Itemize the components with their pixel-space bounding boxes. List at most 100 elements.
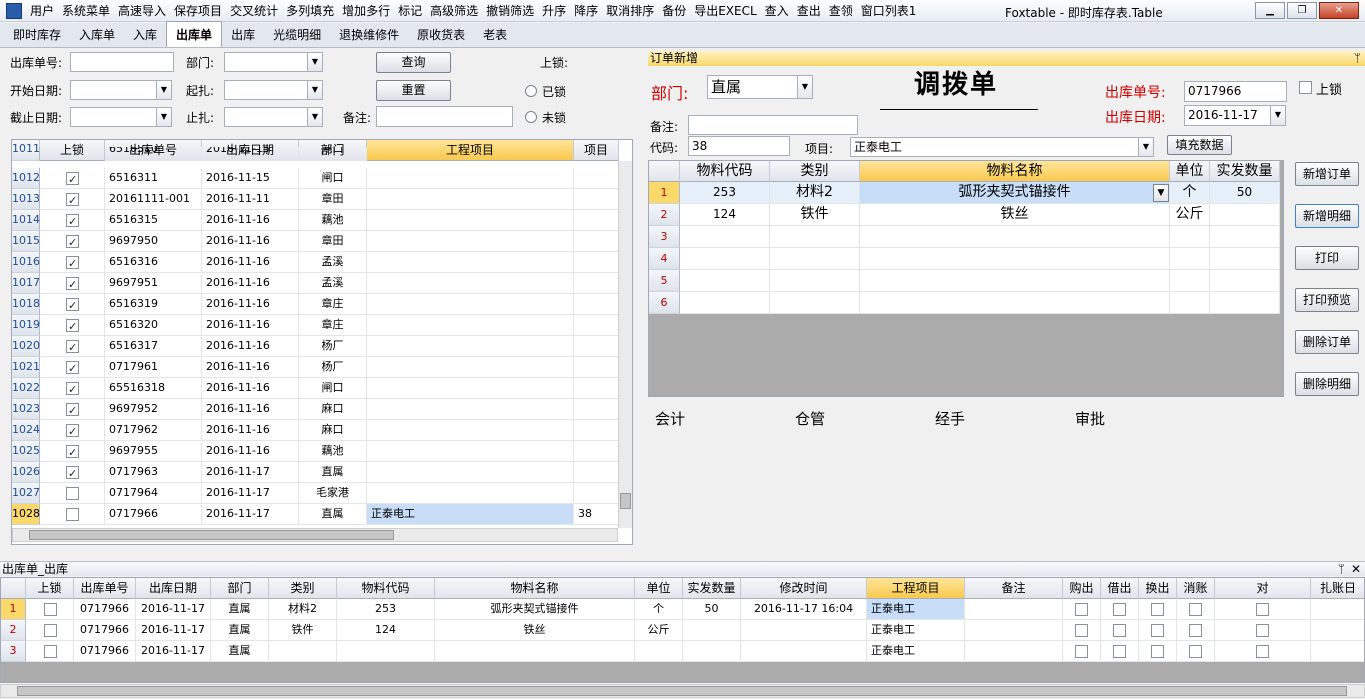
column-header[interactable]: 工程项目 bbox=[367, 140, 574, 161]
table-cell[interactable]: 2016-11-16 bbox=[202, 210, 299, 231]
lock-checkbox[interactable] bbox=[66, 359, 79, 377]
row-checkbox[interactable] bbox=[1075, 645, 1088, 658]
table-cell[interactable]: 2016-11-17 bbox=[202, 462, 299, 483]
table-cell[interactable] bbox=[1170, 226, 1210, 248]
lock-checkbox[interactable] bbox=[66, 254, 79, 272]
table-cell[interactable]: 正泰电工 bbox=[867, 599, 965, 620]
dropdown-arrow-icon[interactable]: ▼ bbox=[156, 81, 171, 99]
menu-item[interactable]: 标记 bbox=[394, 2, 426, 19]
table-cell[interactable] bbox=[1210, 270, 1280, 292]
column-header[interactable]: 换出 bbox=[1139, 578, 1177, 599]
table-cell[interactable] bbox=[683, 620, 741, 641]
table-cell[interactable]: 2016-11-17 bbox=[136, 620, 211, 641]
table-cell[interactable]: 2016-11-16 bbox=[202, 336, 299, 357]
query-button[interactable]: 查询 bbox=[376, 52, 451, 73]
end-tie-select[interactable]: ▼ bbox=[224, 107, 323, 127]
table-cell[interactable] bbox=[574, 420, 619, 441]
menu-item[interactable]: 系统菜单 bbox=[58, 2, 114, 19]
table-cell[interactable]: 藕池 bbox=[299, 210, 367, 231]
column-header[interactable]: 物料名称 bbox=[860, 161, 1170, 182]
column-header[interactable]: 类别 bbox=[269, 578, 337, 599]
menu-item[interactable]: 查出 bbox=[793, 2, 825, 19]
table-cell[interactable]: 麻口 bbox=[299, 420, 367, 441]
lock-checkbox[interactable] bbox=[44, 603, 57, 616]
menu-item[interactable]: 高级筛选 bbox=[426, 2, 482, 19]
table-cell[interactable] bbox=[680, 270, 770, 292]
column-header[interactable]: 工程项目 bbox=[867, 578, 965, 599]
table-cell[interactable] bbox=[680, 226, 770, 248]
menu-item[interactable]: 高速导入 bbox=[114, 2, 170, 19]
table-cell[interactable]: 藕池 bbox=[299, 441, 367, 462]
menu-item[interactable]: 保存项目 bbox=[170, 2, 226, 19]
menu-item[interactable]: 查入 bbox=[761, 2, 793, 19]
table-cell[interactable] bbox=[1311, 620, 1364, 641]
table-cell[interactable] bbox=[574, 399, 619, 420]
table-cell[interactable]: 2016-11-17 bbox=[202, 504, 299, 525]
table-cell[interactable]: 2016-11-16 bbox=[202, 273, 299, 294]
table-cell[interactable] bbox=[770, 248, 860, 270]
lock-checkbox[interactable] bbox=[66, 338, 79, 356]
table-cell[interactable]: 章庄 bbox=[299, 315, 367, 336]
add-detail-button[interactable]: 新增明细 bbox=[1295, 204, 1359, 228]
table-cell[interactable] bbox=[965, 641, 1063, 662]
close-icon[interactable]: ✕ bbox=[1351, 562, 1361, 576]
add-order-button[interactable]: 新增订单 bbox=[1295, 162, 1359, 186]
table-cell[interactable] bbox=[574, 231, 619, 252]
table-cell[interactable]: 6516316 bbox=[105, 252, 202, 273]
table-cell[interactable] bbox=[367, 168, 574, 189]
table-cell[interactable] bbox=[367, 483, 574, 504]
table-cell[interactable] bbox=[860, 292, 1170, 314]
order-project-select[interactable]: 正泰电工 ▼ bbox=[850, 137, 1154, 157]
column-header[interactable]: 物料代码 bbox=[337, 578, 435, 599]
table-cell[interactable]: 2016-11-16 bbox=[202, 441, 299, 462]
table-cell[interactable] bbox=[1311, 641, 1364, 662]
minimize-icon[interactable]: ▁ bbox=[1255, 2, 1285, 19]
dropdown-arrow-icon[interactable]: ▼ bbox=[307, 53, 322, 71]
tab-item[interactable]: 光缆明细 bbox=[264, 22, 330, 47]
column-header[interactable]: 物料代码 bbox=[680, 161, 770, 182]
tab-item[interactable]: 出库单 bbox=[166, 21, 223, 47]
order-dept-select[interactable]: 直属 ▼ bbox=[707, 75, 813, 99]
table-cell[interactable] bbox=[574, 189, 619, 210]
table-cell[interactable]: 材料2 bbox=[269, 599, 337, 620]
column-header[interactable]: 实发数量 bbox=[683, 578, 741, 599]
table-cell[interactable]: 2016-11-16 bbox=[202, 252, 299, 273]
table-cell[interactable]: 铁丝 bbox=[435, 620, 635, 641]
tab-item[interactable]: 即时库存 bbox=[4, 22, 70, 47]
table-cell[interactable]: 9697951 bbox=[105, 273, 202, 294]
dropdown-arrow-icon[interactable]: ▼ bbox=[1153, 184, 1169, 202]
bottom-horizontal-scrollbar[interactable] bbox=[0, 684, 1365, 698]
menu-item[interactable]: 交叉统计 bbox=[226, 2, 282, 19]
table-cell[interactable]: 孟溪 bbox=[299, 273, 367, 294]
row-checkbox[interactable] bbox=[1151, 624, 1164, 637]
menu-item[interactable]: 取消排序 bbox=[602, 2, 658, 19]
table-cell[interactable]: 0717962 bbox=[105, 420, 202, 441]
table-cell[interactable] bbox=[367, 357, 574, 378]
column-header[interactable]: 出库单号 bbox=[74, 578, 136, 599]
table-cell[interactable]: 麻口 bbox=[299, 399, 367, 420]
row-checkbox[interactable] bbox=[1113, 603, 1126, 616]
row-checkbox[interactable] bbox=[1075, 624, 1088, 637]
table-cell[interactable] bbox=[860, 248, 1170, 270]
table-cell[interactable]: 直属 bbox=[211, 599, 269, 620]
table-cell[interactable] bbox=[367, 462, 574, 483]
lock-checkbox[interactable] bbox=[66, 212, 79, 230]
column-header[interactable]: 类别 bbox=[770, 161, 860, 182]
menu-item[interactable]: 升序 bbox=[538, 2, 570, 19]
fill-data-button[interactable]: 填充数据 bbox=[1167, 135, 1232, 155]
tab-item[interactable]: 出库 bbox=[222, 22, 264, 47]
table-cell[interactable]: 0717963 bbox=[105, 462, 202, 483]
lock-checkbox[interactable] bbox=[66, 443, 79, 461]
tab-item[interactable]: 退换维修件 bbox=[330, 22, 408, 47]
menu-item[interactable]: 查领 bbox=[825, 2, 857, 19]
table-cell[interactable]: 6516317 bbox=[105, 336, 202, 357]
table-cell[interactable]: 2016-11-15 bbox=[202, 168, 299, 189]
table-cell[interactable]: 253 bbox=[337, 599, 435, 620]
print-button[interactable]: 打印 bbox=[1295, 246, 1359, 270]
table-cell[interactable]: 65516318 bbox=[105, 378, 202, 399]
table-cell[interactable]: 0717966 bbox=[74, 620, 136, 641]
restore-icon[interactable]: ❐ bbox=[1287, 2, 1317, 19]
table-cell[interactable]: 闸口 bbox=[299, 378, 367, 399]
table-cell[interactable] bbox=[860, 270, 1170, 292]
column-header[interactable]: 对 bbox=[1215, 578, 1311, 599]
